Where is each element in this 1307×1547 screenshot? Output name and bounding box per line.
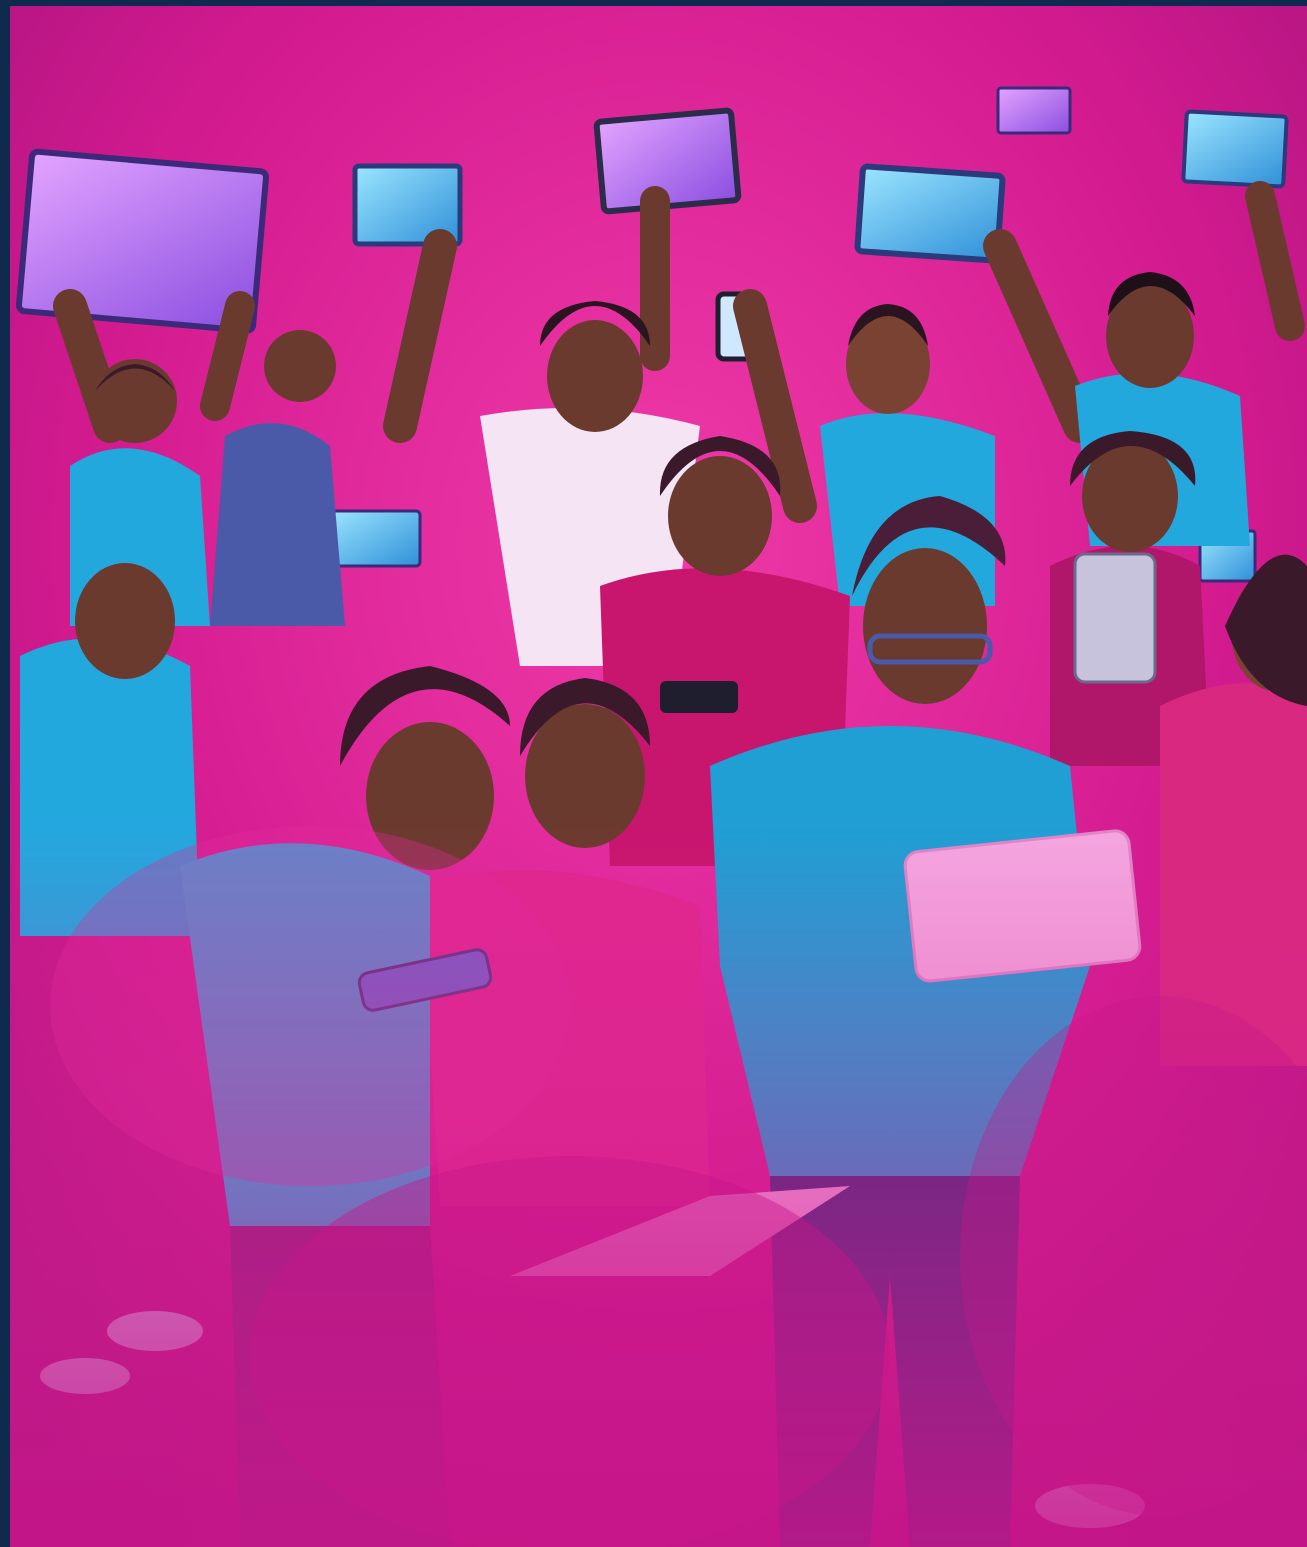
head — [93, 359, 177, 443]
head — [668, 456, 772, 576]
fog-cloud — [50, 826, 570, 1186]
scene-illustration — [10, 6, 1307, 1547]
tablet — [1073, 552, 1157, 684]
screen-blue-right — [1181, 109, 1289, 189]
head — [264, 330, 336, 402]
head — [75, 563, 175, 679]
head — [863, 548, 987, 704]
tablet-mid-left — [328, 509, 422, 568]
phone — [660, 681, 738, 713]
body — [210, 423, 345, 626]
screen-blue-center — [854, 163, 1006, 264]
head — [547, 320, 643, 432]
fog-cloud — [250, 1156, 890, 1547]
screen-small-top — [996, 86, 1072, 135]
photo-frame — [10, 6, 1307, 1547]
